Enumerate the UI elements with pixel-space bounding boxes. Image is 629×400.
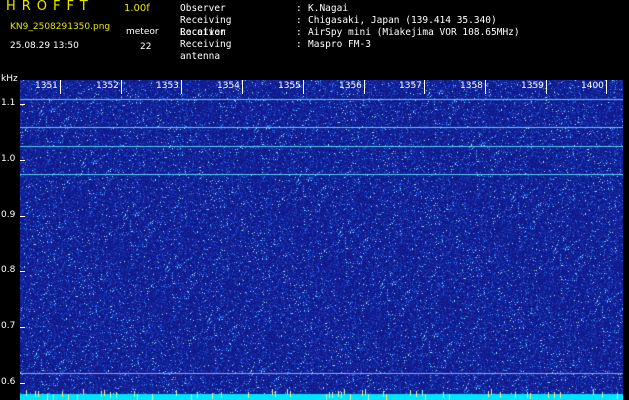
x-tick-label: 1355 [278,81,301,91]
info-value: Chigasaki, Japan (139.414 35.340) [308,15,497,26]
y-axis: 1.1 1.0 0.9 0.8 0.7 0.6 [0,74,20,400]
info-separator: : [296,3,302,14]
x-tick-mark [485,80,486,94]
version-label: 1.00f [124,3,150,14]
x-tick-mark [242,80,243,94]
y-tick-mark [20,216,25,217]
x-tick-mark [364,80,365,94]
spectrogram-canvas [20,80,623,400]
info-value: AirSpy mini (Miakejima VOR 108.65MHz) [308,27,520,38]
x-tick-label: 1400 [581,81,604,91]
meteor-label: meteor [126,27,159,37]
y-tick-label: 0.9 [1,209,16,220]
x-tick-mark [121,80,122,94]
x-tick-mark [60,80,61,94]
info-key: Receiving antenna [180,39,232,62]
y-tick-mark [20,327,25,328]
y-tick-mark [20,271,25,272]
y-tick-mark [20,160,25,161]
info-separator: : [296,39,302,50]
y-tick-label: 1.1 [1,98,16,109]
x-tick-mark [546,80,547,94]
info-key: Receiver [180,27,226,38]
x-tick-label: 1357 [399,81,422,91]
header-panel: HROFFT 1.00f KN9_2508291350.png 25.08.29… [0,0,629,74]
x-tick-label: 1358 [460,81,483,91]
x-tick-mark [606,80,607,94]
info-separator: : [296,15,302,26]
x-tick-label: 1353 [156,81,179,91]
y-tick-mark [20,383,25,384]
x-tick-label: 1359 [521,81,544,91]
x-tick-label: 1356 [339,81,362,91]
y-tick-mark [20,104,25,105]
filename-label: KN9_2508291350.png [10,22,111,32]
y-tick-label: 1.0 [1,154,16,164]
x-tick-label: 1351 [35,81,58,91]
x-tick-label: 1354 [217,81,240,91]
x-tick-mark [424,80,425,94]
info-key: Observer [180,3,226,14]
datetime-label: 25.08.29 13:50 [10,41,79,51]
spectrogram-plot: 1351 1352 1353 1354 1355 1356 1357 1358 1359 1400 [20,80,623,400]
info-separator: : [296,27,302,38]
meteor-count: 22 [140,42,152,52]
y-tick-label: 0.8 [1,265,16,276]
app-title: HROFFT [6,0,94,14]
x-tick-mark [181,80,182,94]
info-value: Maspro FM-3 [308,39,371,50]
x-tick-label: 1352 [96,81,119,91]
x-tick-mark [303,80,304,94]
info-value: K.Nagai [308,3,349,14]
y-tick-label: 0.7 [1,321,16,332]
plot-right-border [623,74,629,400]
y-tick-label: 0.6 [1,376,16,387]
